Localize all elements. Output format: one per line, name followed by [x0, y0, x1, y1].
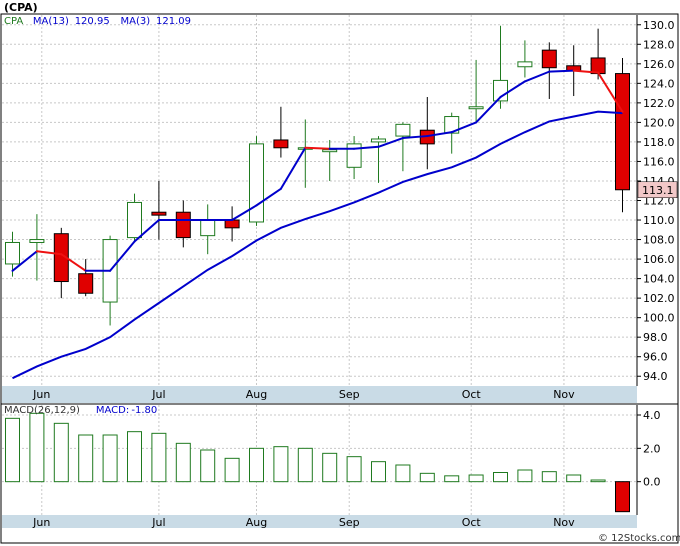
- macd-bar-positive: [468, 474, 484, 483]
- macd-bar-positive: [517, 469, 533, 483]
- macd-bar-positive: [78, 434, 94, 483]
- macd-bar-positive: [249, 447, 264, 483]
- price-y-tick-label: 96.0: [643, 351, 668, 364]
- macd-bar-positive: [541, 471, 557, 483]
- candle-up: [249, 143, 264, 223]
- candle-up: [468, 106, 484, 110]
- macd-panel: 0.0 2.0 4.0 Jun Jul Aug Sep Oct Nov MACD(26,12,…: [0, 403, 679, 544]
- macd-bar-negative: [615, 481, 630, 513]
- macd-bar-positive: [346, 456, 362, 483]
- candle-up: [29, 239, 45, 243]
- macd-y-axis-band: [637, 405, 677, 542]
- price-x-label: Aug: [246, 388, 267, 401]
- macd-bar-positive: [297, 447, 313, 483]
- macd-bar-positive: [5, 417, 20, 483]
- price-y-tick-label: 94.0: [643, 370, 668, 383]
- macd-legend-label: MACD:: [96, 405, 129, 416]
- macd-y-tick-label: 2.0: [643, 442, 661, 455]
- macd-bar-positive: [151, 432, 167, 483]
- candle-up: [322, 149, 338, 153]
- macd-bar-positive: [493, 472, 508, 483]
- price-y-tick-label: 108.0: [643, 234, 675, 247]
- macd-x-label: Aug: [246, 516, 267, 529]
- candle-up: [371, 138, 386, 143]
- price-x-label: Jun: [32, 388, 50, 401]
- price-y-tick-label: 116.0: [643, 155, 675, 168]
- macd-bar-positive: [395, 464, 411, 483]
- price-y-tick-label: 128.0: [643, 38, 675, 51]
- macd-x-label: Oct: [462, 516, 482, 529]
- macd-bar-positive: [102, 434, 118, 483]
- price-x-label: Oct: [462, 388, 482, 401]
- price-y-tick-label: 110.0: [643, 214, 675, 227]
- price-x-label: Nov: [553, 388, 575, 401]
- price-legend: CPA MA(13) 120.95 MA(3) 121.09: [4, 16, 191, 27]
- candle-down: [151, 211, 167, 216]
- candle-down: [78, 273, 94, 294]
- macd-legend-value: -1.80: [131, 405, 157, 416]
- macd-bar-positive: [371, 461, 386, 483]
- price-panel-frame: [0, 13, 679, 405]
- price-y-tick-label: 126.0: [643, 58, 675, 71]
- macd-x-label: Jul: [151, 516, 165, 529]
- candle-up: [127, 201, 142, 239]
- candle-down: [175, 211, 191, 239]
- price-panel: 94.0 96.0 98.0 100.0 102.0 104.0 106.0 108.0 110…: [0, 13, 679, 405]
- price-legend-label: MA(3): [121, 16, 151, 27]
- macd-bar-positive: [590, 479, 606, 483]
- macd-bar-positive: [200, 449, 216, 483]
- macd-bar-positive: [53, 422, 69, 483]
- macd-bar-positive: [322, 452, 338, 483]
- macd-legend-label: MACD(26,12,9): [4, 405, 80, 416]
- candle-down: [224, 219, 240, 229]
- macd-bar-positive: [127, 431, 142, 483]
- macd-bar-positive: [273, 446, 289, 483]
- price-legend-value: 120.95: [75, 16, 110, 27]
- macd-y-tick-label: 4.0: [643, 409, 661, 422]
- macd-x-label: Jun: [32, 516, 50, 529]
- candle-down: [615, 73, 630, 191]
- price-y-tick-label: 122.0: [643, 97, 675, 110]
- macd-bar-positive: [566, 474, 582, 483]
- macd-bar-positive: [419, 472, 435, 483]
- last-price-label: 113.1: [642, 184, 674, 197]
- price-y-tick-label: 106.0: [643, 253, 675, 266]
- candle-up: [200, 219, 216, 237]
- candle-down: [541, 49, 557, 69]
- watermark: © 12Stocks.com: [598, 533, 680, 544]
- price-y-axis-band: [637, 15, 677, 403]
- candle-up: [395, 123, 411, 137]
- candle-up: [517, 61, 533, 68]
- price-y-tick-label: 104.0: [643, 273, 675, 286]
- price-y-tick-label: 102.0: [643, 292, 675, 305]
- price-legend-label: MA(13): [33, 16, 69, 27]
- chart-canvas: (CPA) 94.0 96.0 98.0 100.0 102.0 104.0 106.0 10…: [0, 1, 680, 544]
- candle-up: [5, 241, 20, 265]
- last-price-marker: 113.1: [637, 181, 678, 199]
- ma3-segment: [304, 146, 331, 150]
- macd-y-tick-label: 0.0: [643, 476, 661, 489]
- price-legend-value: 121.09: [156, 16, 191, 27]
- macd-x-axis-band: [2, 515, 637, 528]
- macd-bar-positive: [175, 442, 191, 483]
- price-x-axis-band: [2, 386, 637, 403]
- macd-bar-positive: [224, 457, 240, 483]
- symbol-label: (CPA): [4, 1, 38, 14]
- macd-x-label: Nov: [553, 516, 575, 529]
- price-y-tick-label: 120.0: [643, 116, 675, 129]
- price-x-label: Jul: [151, 388, 165, 401]
- price-y-tick-label: 130.0: [643, 19, 675, 32]
- candle-down: [273, 139, 289, 149]
- price-y-tick-label: 100.0: [643, 312, 675, 325]
- price-y-tick-label: 118.0: [643, 136, 675, 149]
- price-y-tick-label: 124.0: [643, 77, 675, 90]
- price-x-label: Sep: [339, 388, 360, 401]
- price-y-tick-label: 98.0: [643, 331, 668, 344]
- macd-bar-positive: [444, 475, 460, 483]
- macd-x-label: Sep: [339, 516, 360, 529]
- price-legend-label: CPA: [4, 16, 23, 27]
- ma3-segment: [548, 69, 575, 73]
- macd-bar-positive: [29, 412, 45, 483]
